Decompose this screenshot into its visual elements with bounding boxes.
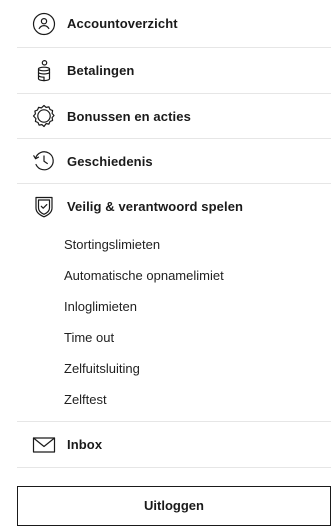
coins-icon <box>32 59 56 83</box>
menu-item-label: Veilig & verantwoord spelen <box>67 199 244 214</box>
submenu-item-zelfuitsluiting[interactable]: Zelfuitsluiting <box>17 353 331 384</box>
menu-item-label: Inbox <box>67 437 103 452</box>
envelope-icon <box>32 433 56 457</box>
user-circle-icon <box>32 12 56 36</box>
logout-button[interactable]: Uitloggen <box>17 486 331 526</box>
submenu-item-zelftest[interactable]: Zelftest <box>17 384 331 415</box>
submenu-item-stortingslimieten[interactable]: Stortingslimieten <box>17 229 331 260</box>
shield-icon <box>32 195 56 219</box>
account-menu: Accountoverzicht Betalingen Bonussen en … <box>17 0 331 468</box>
menu-item-inbox[interactable]: Inbox <box>17 422 331 468</box>
safe-play-section: Veilig & verantwoord spelen Stortingslim… <box>17 184 331 422</box>
submenu-item-time-out[interactable]: Time out <box>17 322 331 353</box>
menu-item-veilig-spelen[interactable]: Veilig & verantwoord spelen <box>17 184 331 229</box>
menu-item-accountoverzicht[interactable]: Accountoverzicht <box>17 0 331 48</box>
menu-item-label: Betalingen <box>67 63 135 78</box>
submenu-item-inloglimieten[interactable]: Inloglimieten <box>17 291 331 322</box>
bonus-gear-icon <box>32 104 56 128</box>
menu-item-label: Bonussen en acties <box>67 108 191 124</box>
menu-item-label: Geschiedenis <box>67 153 153 169</box>
menu-item-betalingen[interactable]: Betalingen <box>17 48 331 94</box>
menu-item-geschiedenis[interactable]: Geschiedenis <box>17 139 331 184</box>
history-icon <box>32 149 56 173</box>
logout-container: Uitloggen <box>17 486 331 526</box>
submenu-item-opnamelimiet[interactable]: Automatische opnamelimiet <box>17 260 331 291</box>
safe-play-submenu: Stortingslimieten Automatische opnamelim… <box>17 229 331 415</box>
menu-item-bonussen[interactable]: Bonussen en acties <box>17 94 331 139</box>
menu-item-label: Accountoverzicht <box>67 16 178 31</box>
